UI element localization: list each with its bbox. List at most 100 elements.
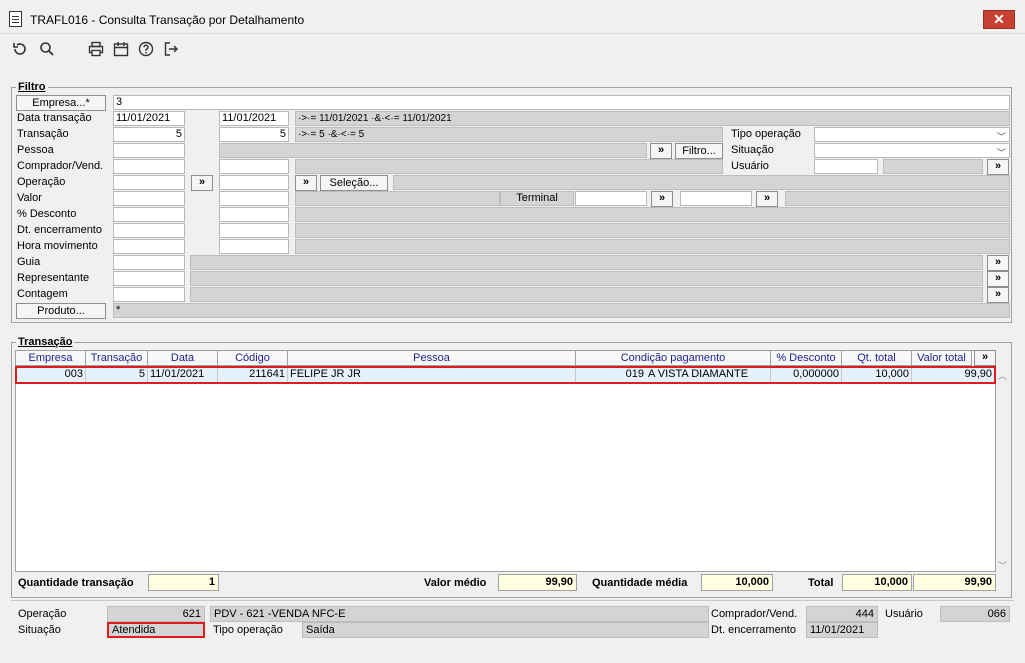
hora-ate-field[interactable]	[219, 239, 289, 254]
desconto-desc	[295, 207, 1010, 222]
scroll-down-icon[interactable]: ﹀	[998, 559, 1007, 572]
transacao-ate-field[interactable]: 5	[219, 127, 289, 142]
label-desconto: % Desconto	[17, 208, 77, 220]
help-icon[interactable]	[137, 40, 155, 58]
col-transacao[interactable]: Transação	[86, 351, 148, 366]
operacao-descricao: PDV - 621 -VENDA NFC-E	[210, 606, 709, 622]
tipo-operacao-value: Saída	[302, 622, 709, 638]
situacao-detail-label: Situação	[18, 624, 61, 636]
terminal-ate-more-button[interactable]: »	[756, 191, 778, 207]
pessoa-de-field[interactable]	[113, 143, 185, 158]
usuario-field[interactable]	[814, 159, 878, 174]
qtd-media-value: 10,000	[701, 574, 773, 591]
label-valor: Valor	[17, 192, 42, 204]
total-valor-value: 99,90	[913, 574, 996, 591]
representante-field[interactable]	[113, 271, 185, 286]
empresa-field[interactable]: 3	[113, 95, 1010, 110]
comprador-de-field[interactable]	[113, 159, 185, 174]
col-condicao[interactable]: Condição pagamento	[576, 351, 771, 366]
usuario-label: Usuário	[731, 160, 769, 172]
desconto-ate-field[interactable]	[219, 207, 289, 222]
empresa-button[interactable]: Empresa...*	[16, 95, 106, 111]
calendar-icon[interactable]	[112, 40, 130, 58]
label-representante: Representante	[17, 272, 90, 284]
label-operacao: Operação	[17, 176, 66, 188]
total-qt-value: 10,000	[842, 574, 912, 591]
usuario-detail-label: Usuário	[885, 608, 923, 620]
filtro-button[interactable]: Filtro...	[675, 143, 723, 159]
transacao-expression: ·>·= 5 ·&·<·= 5	[295, 127, 723, 142]
dt-encerramento-value: 11/01/2021	[806, 622, 878, 638]
col-pessoa[interactable]: Pessoa	[288, 351, 576, 366]
operacao-more-button[interactable]: »	[191, 175, 213, 191]
contagem-field[interactable]	[113, 287, 185, 302]
tipo-operacao-label: Tipo operação	[731, 128, 801, 140]
scroll-up-icon[interactable]: ︿	[998, 369, 1007, 382]
situacao-label: Situação	[731, 144, 774, 156]
operacao-ate-field[interactable]	[219, 175, 289, 190]
pessoa-more-button[interactable]: »	[650, 143, 672, 159]
valor-ate-field[interactable]	[219, 191, 289, 206]
label-dt-encerramento: Dt. encerramento	[17, 224, 102, 236]
guia-desc	[190, 255, 983, 270]
terminal-de-more-button[interactable]: »	[651, 191, 673, 207]
comprador-label: Comprador/Vend.	[711, 608, 798, 620]
operacao-more-button-2[interactable]: »	[295, 175, 317, 191]
document-icon	[9, 11, 22, 27]
operacao-desc	[393, 175, 1010, 190]
filtro-title: Filtro	[16, 81, 48, 93]
divider	[11, 600, 1014, 601]
chevron-down-icon: ﹀	[996, 132, 1006, 142]
data-de-field[interactable]: 11/01/2021	[113, 111, 185, 126]
transacao-de-field[interactable]: 5	[113, 127, 185, 142]
data-expression: ·>·= 11/01/2021 ·&·<·= 11/01/2021	[295, 111, 1010, 126]
col-qt-total[interactable]: Qt. total	[842, 351, 912, 366]
usuario-more-button[interactable]: »	[987, 159, 1009, 175]
col-desconto[interactable]: % Desconto	[771, 351, 842, 366]
col-codigo[interactable]: Código	[218, 351, 288, 366]
refresh-icon[interactable]	[11, 40, 29, 58]
label-hora-movimento: Hora movimento	[17, 240, 98, 252]
grid-scrollbar[interactable]	[996, 367, 1010, 572]
tipo-operacao-detail-label: Tipo operação	[213, 624, 283, 636]
guia-more-button[interactable]: »	[987, 255, 1009, 271]
situacao-value: Atendida	[107, 622, 205, 638]
col-empresa[interactable]: Empresa	[16, 351, 86, 366]
terminal-desc	[785, 191, 1010, 206]
comprador-ate-field[interactable]	[219, 159, 289, 174]
representante-more-button[interactable]: »	[987, 271, 1009, 287]
label-comprador: Comprador/Vend.	[17, 160, 104, 172]
tipo-operacao-select[interactable]: ﹀	[814, 127, 1010, 142]
comprador-value: 444	[806, 606, 878, 622]
search-icon[interactable]	[38, 40, 56, 58]
guia-field[interactable]	[113, 255, 185, 270]
terminal-label: Terminal	[500, 191, 574, 206]
terminal-de-field[interactable]	[575, 191, 647, 206]
range-divider	[187, 111, 217, 271]
valor-de-field[interactable]	[113, 191, 185, 206]
dt-enc-de-field[interactable]	[113, 223, 185, 238]
produto-button[interactable]: Produto...	[16, 303, 106, 319]
terminal-ate-field[interactable]	[680, 191, 752, 206]
col-valor-total[interactable]: Valor total	[912, 351, 972, 366]
situacao-select[interactable]: ﹀	[814, 143, 1010, 158]
operacao-de-field[interactable]	[113, 175, 185, 190]
print-icon[interactable]	[87, 40, 105, 58]
representante-desc	[190, 271, 983, 286]
produto-field: *	[113, 303, 1010, 318]
data-ate-field[interactable]: 11/01/2021	[219, 111, 289, 126]
desconto-de-field[interactable]	[113, 207, 185, 222]
selecao-button[interactable]: Seleção...	[320, 175, 388, 191]
exit-icon[interactable]	[162, 40, 180, 58]
qtd-transacao-label: Quantidade transação	[18, 577, 134, 589]
label-transacao: Transação	[17, 128, 69, 140]
contagem-more-button[interactable]: »	[987, 287, 1009, 303]
close-button[interactable]: ✕	[983, 10, 1015, 29]
col-data[interactable]: Data	[148, 351, 218, 366]
valor-desc	[295, 191, 500, 206]
columns-more-button[interactable]: »	[974, 350, 996, 366]
dt-enc-desc	[295, 223, 1010, 238]
hora-de-field[interactable]	[113, 239, 185, 254]
selected-row-highlight	[15, 366, 996, 384]
dt-enc-ate-field[interactable]	[219, 223, 289, 238]
